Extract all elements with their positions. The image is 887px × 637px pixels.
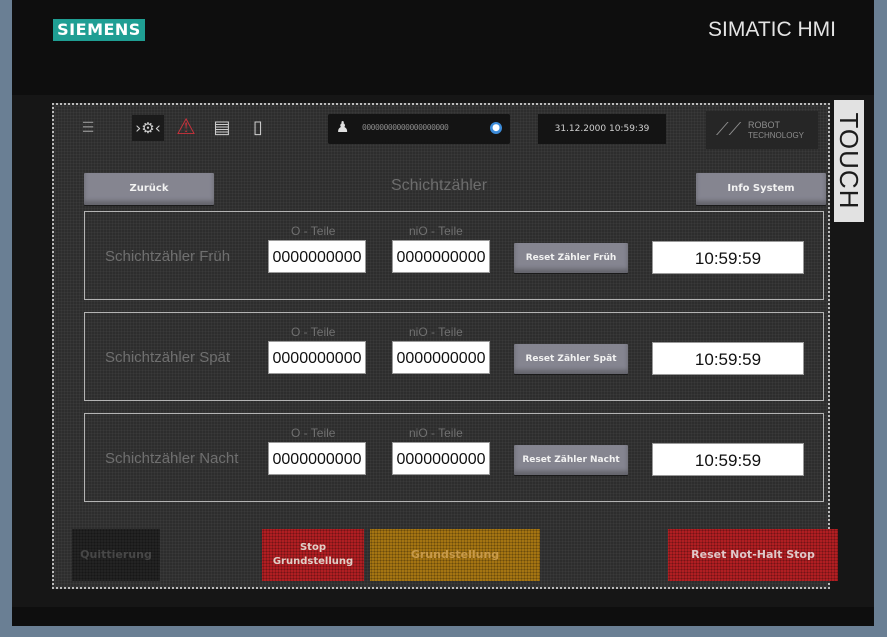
date-time-display: 31.12.2000 10:59:39 <box>538 114 666 144</box>
screen-header: ☰ ›⚙‹ ⚠ ▤ ▯ ♟ 00000000000000000000 ● 31.… <box>54 105 828 160</box>
hmi-screen: ☰ ›⚙‹ ⚠ ▤ ▯ ♟ 00000000000000000000 ● 31.… <box>52 103 838 589</box>
shift-time-field[interactable]: 10:59:59 <box>652 342 804 375</box>
nio-header: niO - Teile <box>409 325 463 339</box>
page-title: Schichtzähler <box>390 177 488 194</box>
list-icon[interactable]: ▤ <box>208 115 236 141</box>
nio-header: niO - Teile <box>409 224 463 238</box>
touch-text: TOUCH <box>834 112 864 210</box>
siemens-logo: SIEMENS <box>53 19 145 41</box>
back-button[interactable]: Zurück <box>84 173 214 205</box>
robot-technology-logo: ⟋⟋ ROBOT TECHNOLOGY <box>706 111 818 149</box>
io-count-field[interactable]: 0000000000 <box>268 341 366 374</box>
user-switch-icon[interactable]: ›⚙‹ <box>132 115 164 141</box>
door-exit-icon[interactable]: ▯ <box>244 115 272 141</box>
simatic-hmi-label: SIMATIC HMI <box>708 18 836 41</box>
bezel-bottom <box>12 607 874 626</box>
nio-count-field[interactable]: 0000000000 <box>392 240 490 273</box>
nio-count-field[interactable]: 0000000000 <box>392 341 490 374</box>
reset-spaet-button[interactable]: Reset Zähler Spät <box>514 344 628 374</box>
bezel-top: SIEMENS SIMATIC HMI <box>12 0 874 95</box>
shift-time-field[interactable]: 10:59:59 <box>652 443 804 476</box>
user-value: 00000000000000000000 <box>362 123 449 132</box>
stop-line2: Grundstellung <box>272 556 354 567</box>
io-count-field[interactable]: 0000000000 <box>268 442 366 475</box>
stop-grundstellung-button[interactable]: Stop Grundstellung <box>262 529 364 581</box>
hmi-bezel: SIEMENS SIMATIC HMI TOUCH ☰ ›⚙‹ ⚠ ▤ ▯ ♟ … <box>12 0 874 626</box>
io-header: O - Teile <box>291 224 336 238</box>
info-system-button[interactable]: Info System <box>696 173 826 205</box>
nio-count-field[interactable]: 0000000000 <box>392 442 490 475</box>
shift-label: Schichtzähler Früh <box>105 248 231 265</box>
stop-line1: Stop <box>299 542 326 553</box>
io-header: O - Teile <box>291 325 336 339</box>
reset-not-halt-button[interactable]: Reset Not-Halt Stop <box>668 529 838 581</box>
info-circle-icon[interactable]: ● <box>490 122 502 134</box>
quittierung-button[interactable]: Quittierung <box>72 529 160 581</box>
shift-label: Schichtzähler Nacht <box>105 450 239 467</box>
touch-label: TOUCH <box>834 100 864 222</box>
grundstellung-button[interactable]: Grundstellung <box>370 529 540 581</box>
menu-icon[interactable]: ☰ <box>76 115 100 141</box>
shift-row-nacht: Schichtzähler Nacht O - Teile niO - Teil… <box>84 413 824 502</box>
nio-header: niO - Teile <box>409 426 463 440</box>
io-header: O - Teile <box>291 426 336 440</box>
shift-row-spaet: Schichtzähler Spät O - Teile niO - Teile… <box>84 312 824 401</box>
io-count-field[interactable]: 0000000000 <box>268 240 366 273</box>
user-icon: ♟ <box>336 118 350 136</box>
shift-label: Schichtzähler Spät <box>105 349 231 366</box>
shift-time-field[interactable]: 10:59:59 <box>652 241 804 274</box>
reset-frueh-button[interactable]: Reset Zähler Früh <box>514 243 628 273</box>
robot-logo-icon: ⟋⟋ <box>716 119 742 140</box>
logo-line1: ROBOT <box>748 120 781 130</box>
warning-triangle-icon[interactable]: ⚠ <box>172 115 200 141</box>
reset-nacht-button[interactable]: Reset Zähler Nacht <box>514 445 628 475</box>
user-field[interactable]: ♟ 00000000000000000000 ● <box>328 114 510 144</box>
logo-line2: TECHNOLOGY <box>748 131 805 140</box>
shift-row-frueh: Schichtzähler Früh O - Teile niO - Teile… <box>84 211 824 300</box>
